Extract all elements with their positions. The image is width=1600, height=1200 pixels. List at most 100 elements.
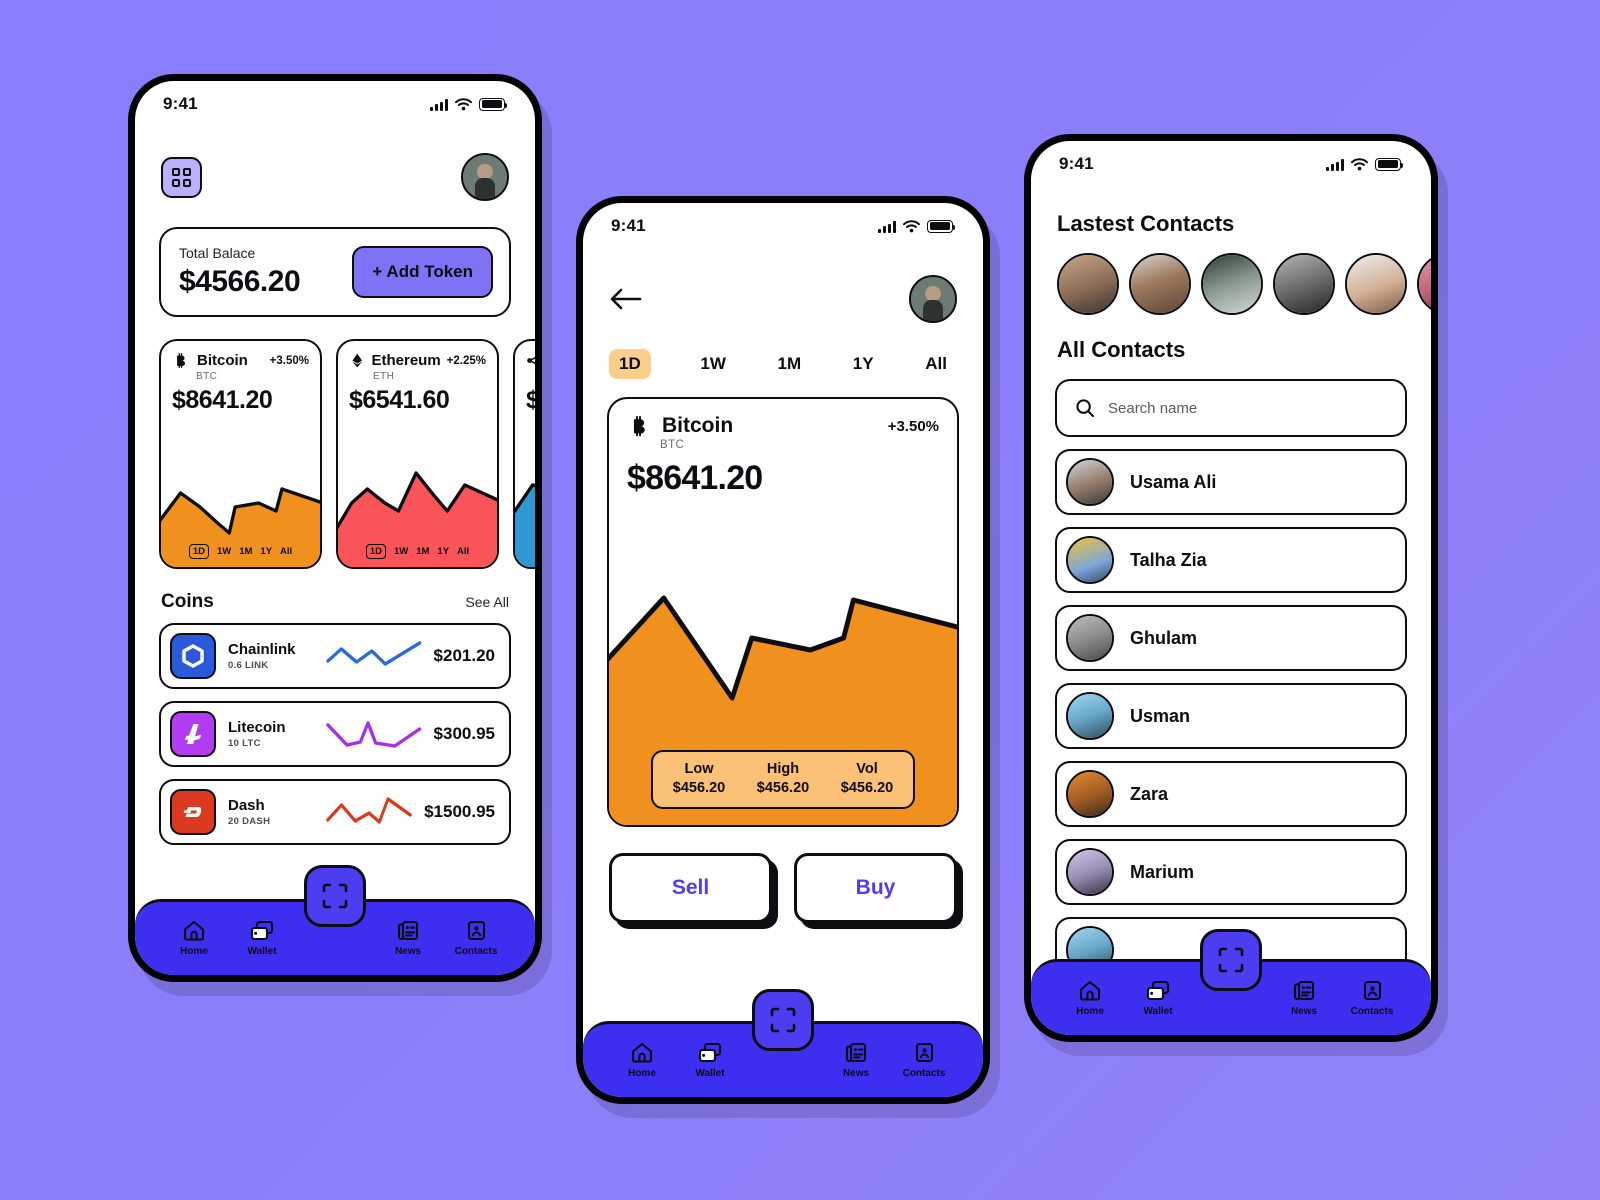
scan-icon[interactable]	[752, 989, 814, 1051]
latest-avatar-5[interactable]	[1345, 253, 1407, 315]
contact-row-talha-zia[interactable]: Talha Zia	[1055, 527, 1407, 593]
status-icons	[430, 97, 508, 111]
stats-box: Low $456.20 High $456.20 Vol $456.20	[651, 750, 915, 809]
avatar	[1066, 692, 1114, 740]
coin-card-ranges-bitcoin[interactable]: 1D 1W 1M 1Y All	[161, 544, 320, 559]
chainlink-icon	[170, 633, 216, 679]
search-input[interactable]: Search name	[1055, 379, 1407, 437]
nav-item-contacts[interactable]: Contacts	[1341, 980, 1403, 1017]
stat-key: Low	[684, 761, 714, 777]
bitcoin-icon	[177, 353, 185, 369]
status-icons	[1326, 157, 1404, 171]
coin-card-ethereum[interactable]: Ethereum +2.25% ETH $6541.60 1D 1W 1M 1Y…	[336, 339, 499, 569]
avatar	[1066, 614, 1114, 662]
back-arrow-icon[interactable]	[609, 286, 643, 312]
nav-item-home[interactable]: Home	[163, 920, 225, 957]
range-1m[interactable]: 1M	[416, 546, 429, 557]
buy-button[interactable]: Buy	[794, 853, 957, 923]
latest-avatar-1[interactable]	[1057, 253, 1119, 315]
status-icons	[878, 219, 956, 233]
range-1m[interactable]: 1M	[239, 546, 252, 557]
nav-item-wallet[interactable]: Wallet	[679, 1042, 741, 1079]
coin-card-bitcoin[interactable]: Bitcoin +3.50% BTC $8641.20 1D 1W 1M 1Y …	[159, 339, 322, 569]
latest-contacts-row[interactable]	[1031, 237, 1431, 315]
search-icon	[1076, 399, 1094, 417]
nav-item-home[interactable]: Home	[611, 1042, 673, 1079]
coin-card-symbol: BTC	[196, 371, 218, 382]
battery-icon	[927, 219, 956, 233]
coin-card-price: $8641.20	[172, 386, 273, 414]
phone-contacts: 9:41 Lastest Contacts All Contacts Searc…	[1024, 134, 1438, 1042]
tab-1y[interactable]: 1Y	[851, 350, 876, 378]
nav-item-contacts[interactable]: Contacts	[893, 1042, 955, 1079]
contact-row-ghulam[interactable]: Ghulam	[1055, 605, 1407, 671]
latest-contacts-title: Lastest Contacts	[1057, 211, 1235, 236]
contact-row-usama-ali[interactable]: Usama Ali	[1055, 449, 1407, 515]
latest-avatar-4[interactable]	[1273, 253, 1335, 315]
nav-item-home[interactable]: Home	[1059, 980, 1121, 1017]
list-item-dash[interactable]: Dash 20 DASH $1500.95	[159, 779, 511, 845]
avatar[interactable]	[909, 275, 957, 323]
see-all-link[interactable]: See All	[465, 594, 509, 610]
ripple-icon	[527, 357, 535, 364]
nav-item-wallet[interactable]: Wallet	[231, 920, 293, 957]
coin-card-strip[interactable]: Bitcoin +3.50% BTC $8641.20 1D 1W 1M 1Y …	[135, 317, 535, 569]
sparkline-litecoin	[326, 717, 422, 751]
range-tabs[interactable]: 1D 1W 1M 1Y All	[583, 323, 983, 379]
sparkline-dash	[326, 795, 412, 829]
nav-item-news[interactable]: News	[377, 920, 439, 957]
contact-name: Ghulam	[1130, 627, 1198, 648]
contact-row-usman[interactable]: Usman	[1055, 683, 1407, 749]
nav-item-wallet[interactable]: Wallet	[1127, 980, 1189, 1017]
range-1d[interactable]: 1D	[365, 544, 386, 559]
coin-card-change: +3.50%	[269, 354, 309, 367]
nav-label: Contacts	[1350, 1006, 1394, 1017]
range-1w[interactable]: 1W	[217, 546, 231, 557]
latest-avatar-3[interactable]	[1201, 253, 1263, 315]
coin-holding: 0.6 LINK	[228, 660, 269, 671]
detail-coin-name: Bitcoin	[662, 414, 734, 437]
nav-item-news[interactable]: News	[1273, 980, 1335, 1017]
contact-row-zara[interactable]: Zara	[1055, 761, 1407, 827]
nav-item-news[interactable]: News	[825, 1042, 887, 1079]
nav-label: Contacts	[902, 1068, 946, 1079]
latest-avatar-6[interactable]	[1417, 253, 1431, 315]
range-1d[interactable]: 1D	[188, 544, 209, 559]
trade-actions[interactable]: Sell Buy	[583, 827, 983, 923]
list-item-chainlink[interactable]: Chainlink 0.6 LINK $201.20	[159, 623, 511, 689]
signal-icon	[878, 220, 896, 233]
coin-card-ripple[interactable]: R R $12	[513, 339, 535, 569]
nav-label: Contacts	[454, 946, 498, 957]
coin-holding: 20 DASH	[228, 816, 271, 827]
coin-card-name: Ethereum	[371, 352, 441, 369]
range-all[interactable]: All	[280, 546, 292, 557]
nav-item-contacts[interactable]: Contacts	[445, 920, 507, 957]
phone-home: 9:41 Total Balace $4566.20 + Add Token B…	[128, 74, 542, 982]
scan-icon[interactable]	[304, 865, 366, 927]
tab-1w[interactable]: 1W	[698, 350, 728, 378]
coin-card-name: Bitcoin	[197, 352, 248, 369]
status-bar-contacts: 9:41	[1031, 141, 1431, 187]
coin-card-ranges-ethereum[interactable]: 1D 1W 1M 1Y All	[338, 544, 497, 559]
stat-low: Low $456.20	[657, 761, 741, 796]
nav-label: Wallet	[695, 1068, 725, 1079]
nav-label: Home	[1076, 1006, 1104, 1017]
tab-all[interactable]: All	[923, 350, 949, 378]
status-bar-home: 9:41	[135, 81, 535, 127]
latest-avatar-2[interactable]	[1129, 253, 1191, 315]
range-all[interactable]: All	[457, 546, 469, 557]
coin-card-change: +2.25%	[446, 354, 486, 367]
avatar[interactable]	[461, 153, 509, 201]
tab-1d[interactable]: 1D	[609, 349, 651, 379]
add-token-button[interactable]: + Add Token	[352, 246, 493, 298]
scan-icon[interactable]	[1200, 929, 1262, 991]
grid-icon[interactable]	[161, 156, 202, 198]
contact-row-marium[interactable]: Marium	[1055, 839, 1407, 905]
list-item-litecoin[interactable]: Litecoin 10 LTC $300.95	[159, 701, 511, 767]
sell-button[interactable]: Sell	[609, 853, 772, 923]
range-1w[interactable]: 1W	[394, 546, 408, 557]
wifi-icon	[1351, 157, 1368, 170]
tab-1m[interactable]: 1M	[776, 350, 804, 378]
range-1y[interactable]: 1Y	[437, 546, 449, 557]
range-1y[interactable]: 1Y	[260, 546, 272, 557]
